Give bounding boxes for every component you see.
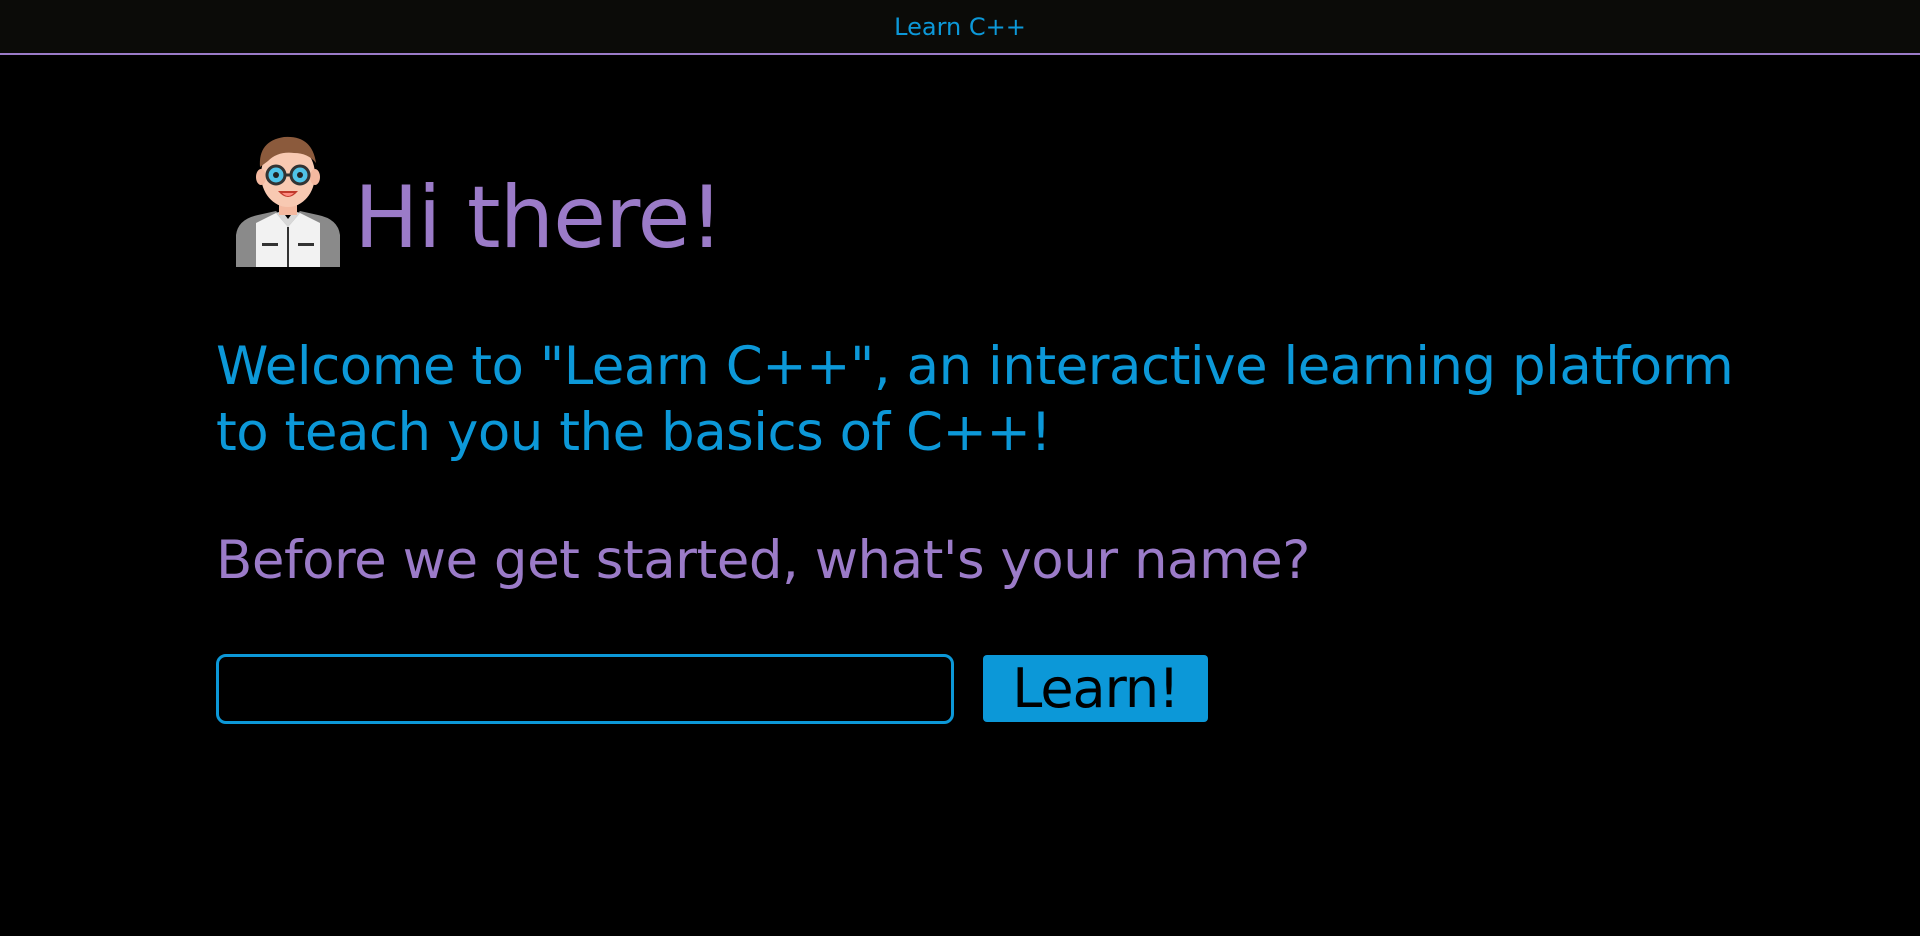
learn-button[interactable]: Learn!: [983, 655, 1208, 722]
greeting-heading: Hi there!: [354, 168, 724, 268]
name-input[interactable]: [216, 654, 954, 724]
greeting-header: Hi there!: [228, 122, 724, 268]
top-bar: Learn C++: [0, 0, 1920, 55]
name-question: Before we get started, what's your name?: [216, 530, 1310, 591]
app-title: Learn C++: [894, 12, 1026, 41]
welcome-text: Welcome to "Learn C++", an interactive l…: [216, 336, 1734, 463]
programmer-avatar-icon: [236, 136, 340, 267]
